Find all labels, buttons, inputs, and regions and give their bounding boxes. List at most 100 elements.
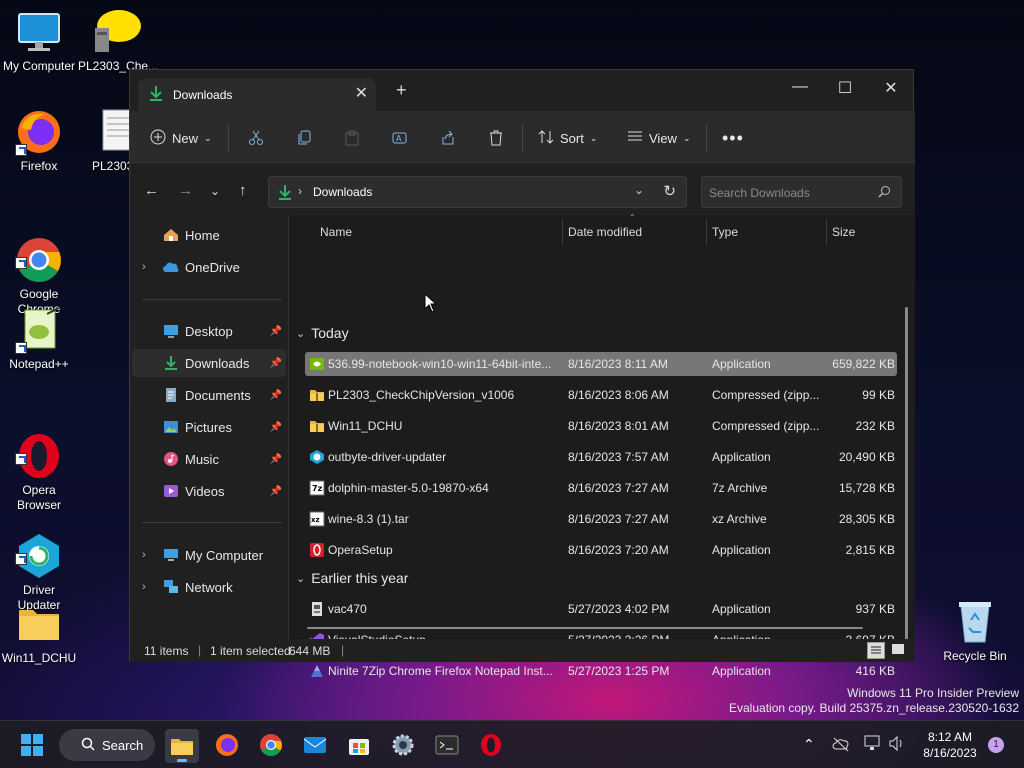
search-box[interactable]: Search Downloads — [701, 176, 902, 208]
up-arrow-icon[interactable]: ↑ — [239, 182, 247, 199]
notification-badge[interactable]: 1 — [988, 737, 1004, 753]
column-divider[interactable] — [826, 219, 827, 245]
vertical-scrollbar[interactable] — [905, 307, 908, 655]
group-collapse-chevron-icon[interactable]: ⌄ — [296, 572, 305, 585]
file-row[interactable]: vac470 5/27/2023 4:02 PM Application 937 KB — [305, 597, 897, 621]
desktop-icon-win11-dchu[interactable]: Win11_DCHU — [0, 600, 78, 666]
tab-downloads[interactable]: Downloads ✕ — [138, 78, 376, 111]
forward-arrow-icon[interactable]: → — [178, 182, 193, 199]
sidebar-item-desktop[interactable]: Desktop 📌 — [132, 317, 286, 345]
sidebar-item-my-computer[interactable]: › My Computer — [132, 541, 286, 569]
delete-icon[interactable] — [488, 127, 504, 149]
taskbar-search-label: Search — [102, 737, 144, 753]
settings-gear-icon[interactable] — [391, 733, 415, 757]
desktop-icon-notepad-plus-plus[interactable]: Notepad++ — [0, 306, 78, 372]
refresh-icon[interactable]: ↻ — [663, 182, 676, 200]
horizontal-scrollbar[interactable] — [307, 627, 863, 629]
file-type: Application — [712, 543, 771, 557]
file-explorer-taskbar-icon[interactable] — [165, 729, 199, 763]
terminal-taskbar-icon[interactable] — [435, 733, 459, 757]
address-history-chevron-icon[interactable]: ⌄ — [634, 183, 644, 197]
file-row[interactable]: xz wine-8.3 (1).tar 8/16/2023 7:27 AM xz Ar… — [305, 507, 897, 531]
driver-updater-icon — [15, 517, 63, 578]
taskbar-search-button[interactable]: Search — [59, 729, 155, 761]
tab-close-icon[interactable]: ✕ — [355, 83, 368, 103]
details-view-icon[interactable] — [867, 642, 885, 659]
chevron-right-icon[interactable]: › — [142, 581, 146, 593]
copy-icon[interactable] — [296, 127, 312, 149]
system-clock[interactable]: 8:12 AM 8/16/2023 — [914, 729, 986, 761]
file-row[interactable]: 7z dolphin-master-5.0-19870-x64 8/16/2023 … — [305, 476, 897, 500]
more-options-icon[interactable]: ••• — [722, 127, 744, 149]
show-hidden-icons-chevron-icon[interactable]: ⌃ — [803, 736, 815, 753]
column-header-type[interactable]: Type — [712, 225, 738, 239]
sidebar-item-downloads[interactable]: Downloads 📌 — [132, 349, 286, 377]
column-divider[interactable] — [706, 219, 707, 245]
sidebar-item-home[interactable]: Home — [132, 221, 286, 249]
desktop-icon-my-computer[interactable]: My Computer — [0, 8, 78, 74]
breadcrumb-separator-icon: › — [298, 184, 302, 198]
column-divider[interactable] — [562, 219, 563, 245]
minimize-icon[interactable]: — — [785, 78, 815, 96]
folder-icon — [15, 600, 63, 648]
group-header[interactable]: ⌄ Earlier this year — [296, 570, 408, 586]
file-row[interactable]: outbyte-driver-updater 8/16/2023 7:57 AM A… — [305, 445, 897, 469]
recent-locations-chevron-icon[interactable]: ⌄ — [210, 184, 220, 198]
network-status-icon[interactable] — [864, 735, 882, 755]
sort-button[interactable]: Sort ⌄ — [538, 127, 597, 149]
sidebar-item-music[interactable]: Music 📌 — [132, 445, 286, 473]
group-collapse-chevron-icon[interactable]: ⌄ — [296, 327, 305, 340]
mail-taskbar-icon[interactable] — [303, 733, 327, 757]
desktop-icon — [163, 324, 179, 338]
sidebar-item-documents[interactable]: Documents 📌 — [132, 381, 286, 409]
download-arrow-icon — [278, 184, 292, 203]
file-type: Compressed (zipp... — [712, 388, 820, 402]
file-row[interactable]: OperaSetup 8/16/2023 7:20 AM Application 2,… — [305, 538, 897, 562]
file-row[interactable]: 536.99-notebook-win10-win11-64bit-inte..… — [305, 352, 897, 376]
store-taskbar-icon[interactable] — [347, 733, 371, 757]
file-name: wine-8.3 (1).tar — [328, 512, 409, 526]
cut-icon[interactable] — [248, 127, 264, 149]
column-header-size[interactable]: Size — [832, 225, 855, 239]
file-row[interactable]: PL2303_CheckChipVersion_v1006 8/16/2023 8… — [305, 383, 897, 407]
file-row[interactable]: Ninite 7Zip Chrome Firefox Notepad Inst.… — [305, 659, 897, 683]
paste-icon — [344, 127, 360, 149]
sidebar-item-videos[interactable]: Videos 📌 — [132, 477, 286, 505]
maximize-icon[interactable]: ☐ — [830, 78, 860, 98]
back-arrow-icon[interactable]: ← — [144, 182, 159, 199]
desktop-icon-recycle-bin[interactable]: Recycle Bin — [936, 598, 1014, 664]
share-icon[interactable] — [440, 127, 456, 149]
breadcrumb-downloads[interactable]: Downloads — [313, 185, 372, 199]
firefox-taskbar-icon[interactable] — [215, 733, 239, 757]
sidebar-item-pictures[interactable]: Pictures 📌 — [132, 413, 286, 441]
large-icons-view-icon[interactable] — [890, 642, 906, 658]
opera-taskbar-icon[interactable] — [479, 733, 503, 757]
file-row[interactable]: Win11_DCHU 8/16/2023 8:01 AM Compressed (z… — [305, 414, 897, 438]
notepad-plus-plus-icon — [15, 306, 63, 354]
close-window-icon[interactable]: ✕ — [876, 78, 906, 98]
sidebar-item-onedrive[interactable]: › OneDrive — [132, 253, 286, 281]
chevron-right-icon[interactable]: › — [142, 549, 146, 561]
opera-setup-icon — [309, 542, 325, 558]
volume-icon[interactable] — [888, 735, 906, 755]
desktop-icon-pl2303-checker[interactable]: PL2303_Che... — [78, 8, 158, 74]
new-button[interactable]: New ⌄ — [150, 127, 212, 149]
search-placeholder: Search Downloads — [709, 186, 810, 200]
rename-icon[interactable]: A — [392, 127, 408, 149]
chrome-taskbar-icon[interactable] — [259, 733, 283, 757]
view-button[interactable]: View ⌄ — [627, 127, 691, 149]
address-bar[interactable]: › Downloads ⌄ ↻ — [268, 176, 687, 208]
new-tab-icon[interactable]: + — [396, 81, 407, 99]
onedrive-offline-icon[interactable] — [832, 736, 850, 755]
toolbar-divider — [228, 124, 229, 152]
pictures-icon — [163, 420, 179, 434]
column-header-date-modified[interactable]: Date modified — [568, 225, 642, 239]
desktop-icon-firefox[interactable]: Firefox — [0, 108, 78, 174]
group-header[interactable]: ⌄ Today — [296, 325, 349, 341]
svg-text:7z: 7z — [312, 484, 323, 493]
sidebar-item-network[interactable]: › Network — [132, 573, 286, 601]
windows-start-icon[interactable] — [20, 733, 44, 757]
column-header-name[interactable]: Name — [320, 225, 352, 239]
desktop-icon-label: Notepad++ — [9, 357, 69, 371]
chevron-right-icon[interactable]: › — [142, 261, 146, 273]
